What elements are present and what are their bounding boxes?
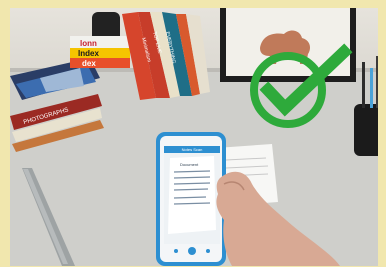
pen-cup [354, 56, 378, 156]
photo: PHOTOGRAPHS lonn Index dex Minimalism TO… [10, 8, 378, 266]
image-frame: PHOTOGRAPHS lonn Index dex Minimalism TO… [0, 0, 386, 267]
stack-top-label-1: lonn [80, 39, 97, 48]
scene-illustration: PHOTOGRAPHS lonn Index dex Minimalism TO… [10, 8, 378, 266]
stack-top-label-3: dex [82, 59, 96, 68]
shutter-icon [188, 247, 196, 255]
framed-picture [220, 8, 356, 82]
doc-title: Document [180, 162, 199, 167]
phone-header: Notes Scan [182, 147, 203, 152]
phone: Notes Scan Document [156, 132, 226, 266]
center-book-stack: lonn Index dex [70, 36, 130, 68]
stack-top-label-2: Index [78, 49, 99, 58]
